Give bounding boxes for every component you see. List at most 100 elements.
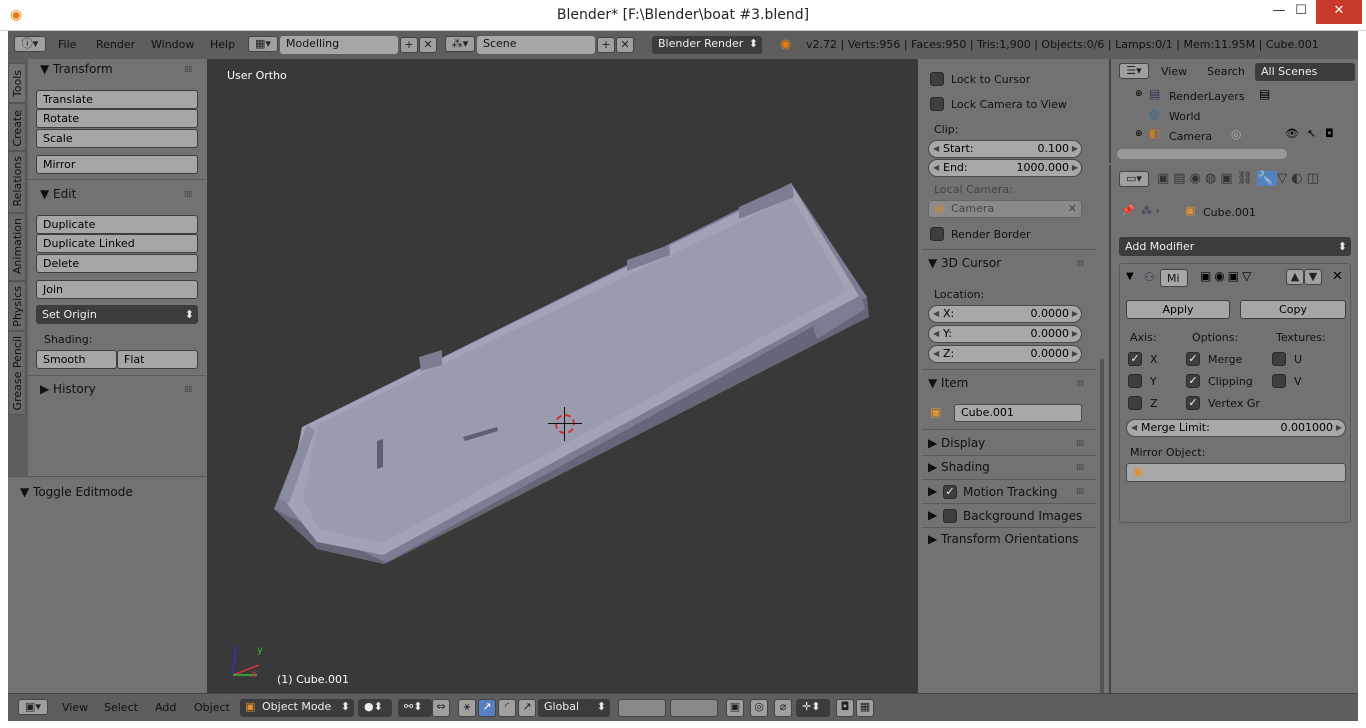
flat-button[interactable]: Flat bbox=[117, 350, 198, 369]
grip-icon[interactable]: ⁞⁞⁞⁞ bbox=[1076, 259, 1085, 269]
clip-start-field[interactable]: ◀ Start: 0.100 ▶ bbox=[928, 140, 1082, 158]
translate-button[interactable]: Translate bbox=[36, 90, 198, 109]
layout-icon[interactable]: ▦▾ bbox=[248, 36, 278, 52]
menu-file[interactable]: File bbox=[58, 38, 76, 51]
cursor-y-field[interactable]: ◀ Y: 0.0000 ▶ bbox=[928, 325, 1082, 343]
render-engine-select[interactable]: Blender Render ⬍ bbox=[652, 36, 762, 54]
background-images-checkbox[interactable] bbox=[943, 509, 957, 523]
3d-viewport[interactable]: User Ortho y z x (1) Cube.001 bbox=[207, 59, 918, 693]
editor-type-icon[interactable]: ▣▾ bbox=[18, 699, 48, 715]
manipulator-icon[interactable]: ⇔ bbox=[432, 699, 450, 717]
menu-object[interactable]: Object bbox=[194, 701, 230, 714]
layer-buttons-group-2[interactable] bbox=[670, 699, 718, 717]
outliner-editor-icon[interactable]: ☰▾ bbox=[1119, 63, 1149, 79]
grip-icon[interactable]: ⁞⁞⁞⁞ bbox=[184, 65, 193, 75]
outliner-scrollbar[interactable] bbox=[1117, 149, 1287, 159]
add-modifier-select[interactable]: Add Modifier ⬍ bbox=[1119, 237, 1351, 256]
menu-view[interactable]: View bbox=[62, 701, 88, 714]
properties-editor-icon[interactable]: ▭▾ bbox=[1119, 171, 1149, 187]
rotate-button[interactable]: Rotate bbox=[36, 109, 198, 128]
expand-icon[interactable]: ⊕ bbox=[1135, 129, 1143, 139]
eye-icon[interactable]: 👁 bbox=[1285, 127, 1299, 140]
grip-icon[interactable]: ⁞⁞⁞⁞ bbox=[1076, 487, 1085, 497]
cursor-x-field[interactable]: ◀ X: 0.0000 ▶ bbox=[928, 305, 1082, 323]
copy-button[interactable]: Copy bbox=[1240, 300, 1346, 319]
join-button[interactable]: Join bbox=[36, 280, 198, 299]
delete-button[interactable]: Delete bbox=[36, 254, 198, 273]
display-panel-header[interactable]: ▶ Display bbox=[928, 436, 985, 450]
tab-grease-pencil[interactable]: Grease Pencil bbox=[8, 331, 26, 415]
menu-help[interactable]: Help bbox=[210, 38, 235, 51]
history-panel-header[interactable]: ▶ History bbox=[40, 382, 96, 396]
viewport-shading-select[interactable]: ●⬍ bbox=[358, 699, 392, 717]
render-camera-icon[interactable]: ◘ bbox=[836, 699, 854, 717]
proportional-edit-icon[interactable]: ◎ bbox=[750, 699, 768, 717]
outliner-menu-view[interactable]: View bbox=[1161, 65, 1187, 78]
scene-add-icon[interactable]: + bbox=[597, 37, 615, 53]
background-images-panel-header[interactable]: ▶ bbox=[928, 508, 937, 522]
apply-button[interactable]: Apply bbox=[1126, 300, 1230, 319]
axis-x-checkbox[interactable]: ✓ bbox=[1128, 352, 1142, 366]
toggle-editmode-header[interactable]: ▼ Toggle Editmode bbox=[20, 485, 133, 499]
menu-render[interactable]: Render bbox=[96, 38, 135, 51]
orientation-select[interactable]: Global ⬍ bbox=[538, 699, 610, 717]
outliner-menu-search[interactable]: Search bbox=[1207, 65, 1245, 78]
cursor-z-field[interactable]: ◀ Z: 0.0000 ▶ bbox=[928, 345, 1082, 363]
close-button[interactable]: ✕ bbox=[1316, 0, 1362, 24]
tab-animation[interactable]: Animation bbox=[8, 213, 26, 281]
menu-add[interactable]: Add bbox=[155, 701, 176, 714]
merge-limit-field[interactable]: ◀ Merge Limit: 0.001000 ▶ bbox=[1126, 419, 1346, 437]
vertex-groups-checkbox[interactable]: ✓ bbox=[1186, 396, 1200, 410]
render-animation-icon[interactable]: ▦ bbox=[856, 699, 874, 717]
layer-buttons-group-1[interactable] bbox=[618, 699, 666, 717]
pin-icon[interactable]: 📌 bbox=[1121, 204, 1135, 217]
boat-mesh[interactable] bbox=[207, 59, 918, 693]
clear-icon[interactable]: ✕ bbox=[1068, 201, 1077, 217]
outliner-item-world[interactable]: World bbox=[1169, 110, 1201, 123]
wrench-icon[interactable]: 🔧 bbox=[1257, 171, 1278, 186]
motion-tracking-checkbox[interactable]: ✓ bbox=[943, 485, 957, 499]
modifier-display-icons[interactable]: ▣◉▣▽ bbox=[1200, 269, 1254, 283]
remove-modifier-icon[interactable]: ✕ bbox=[1332, 269, 1343, 284]
mode-select[interactable]: ▣ Object Mode ⬍ bbox=[240, 699, 354, 717]
smooth-button[interactable]: Smooth bbox=[36, 350, 117, 369]
scene-icon[interactable]: ⁂▾ bbox=[445, 36, 475, 52]
menu-window[interactable]: Window bbox=[151, 38, 194, 51]
transform-orientations-panel-header[interactable]: ▶ Transform Orientations bbox=[928, 532, 1079, 546]
transform-panel-header[interactable]: ▼ Transform bbox=[40, 62, 113, 76]
scale-button[interactable]: Scale bbox=[36, 129, 198, 148]
grip-icon[interactable]: ⁞⁞⁞⁞ bbox=[1076, 379, 1085, 389]
item-panel-header[interactable]: ▼ Item bbox=[928, 376, 968, 390]
merge-checkbox[interactable]: ✓ bbox=[1186, 352, 1200, 366]
tab-tools[interactable]: Tools bbox=[8, 63, 26, 103]
texture-v-checkbox[interactable] bbox=[1272, 374, 1286, 388]
layout-add-icon[interactable]: + bbox=[400, 37, 418, 53]
transform-manipulator-icon[interactable]: ⚹ bbox=[458, 699, 476, 717]
clipping-checkbox[interactable]: ✓ bbox=[1186, 374, 1200, 388]
outliner-item-camera[interactable]: Camera bbox=[1169, 130, 1212, 143]
layout-remove-icon[interactable]: ✕ bbox=[419, 37, 437, 53]
grip-icon[interactable]: ⁞⁞⁞⁞ bbox=[1076, 439, 1085, 449]
local-camera-field[interactable]: ▣ Camera ✕ bbox=[928, 200, 1082, 218]
motion-tracking-panel-header[interactable]: ▶ bbox=[928, 484, 937, 498]
tab-create[interactable]: Create bbox=[8, 103, 26, 151]
grip-icon[interactable]: ⁞⁞⁞⁞ bbox=[184, 190, 193, 200]
mirror-object-field[interactable]: ▣ bbox=[1126, 463, 1346, 482]
outliner-filter-select[interactable]: All Scenes bbox=[1255, 63, 1355, 81]
scene-field[interactable]: Scene bbox=[477, 36, 595, 54]
render-camera-icon[interactable]: ◘ bbox=[1325, 127, 1334, 140]
scene-remove-icon[interactable]: ✕ bbox=[616, 37, 634, 53]
texture-u-checkbox[interactable] bbox=[1272, 352, 1286, 366]
set-origin-select[interactable]: Set Origin ⬍ bbox=[36, 305, 198, 324]
maximize-button[interactable]: ☐ bbox=[1284, 0, 1318, 24]
axis-y-checkbox[interactable] bbox=[1128, 374, 1142, 388]
grip-icon[interactable]: ⁞⁞⁞⁞ bbox=[184, 385, 193, 395]
axis-z-checkbox[interactable] bbox=[1128, 396, 1142, 410]
tab-physics[interactable]: Physics bbox=[8, 281, 26, 331]
lock-camera-checkbox[interactable] bbox=[930, 97, 944, 111]
collapse-icon[interactable]: ▼ bbox=[1126, 271, 1134, 282]
modifier-name-field[interactable]: Mi bbox=[1160, 269, 1188, 287]
layout-field[interactable]: Modelling bbox=[280, 36, 398, 54]
grip-icon[interactable]: ⁞⁞⁞⁞ bbox=[1076, 463, 1085, 473]
rotate-manipulator-icon[interactable]: ◜ bbox=[498, 699, 516, 717]
